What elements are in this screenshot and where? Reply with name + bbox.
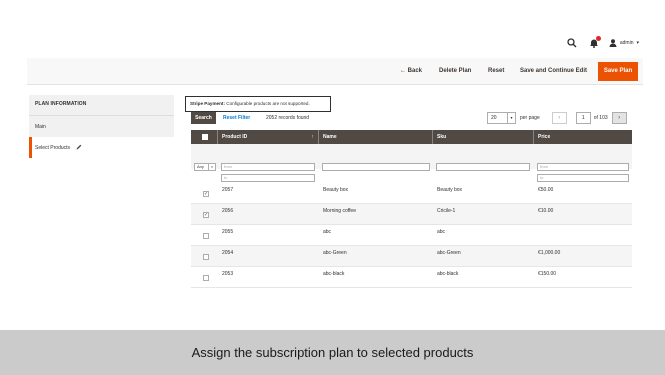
cell-name: abc-Green [323, 250, 347, 256]
table-row[interactable]: ✓ 2056 Morning coffee Cricile-1 €10.00 [191, 204, 632, 225]
delete-plan-button[interactable]: Delete Plan [439, 58, 471, 85]
cell-name: abc-black [323, 271, 345, 277]
chevron-down-icon: ▾ [636, 40, 639, 46]
chevron-down-icon: ▾ [507, 113, 515, 123]
sku-filter-input[interactable] [436, 163, 530, 171]
name-filter-input[interactable] [322, 163, 430, 171]
page-number-input[interactable]: 1 [575, 112, 591, 124]
per-page-value: 20 [491, 115, 497, 121]
col-price[interactable]: Price [534, 130, 632, 144]
page: { "header": { "user_name": "admin", "not… [0, 0, 665, 375]
notification-badge [595, 36, 601, 41]
cell-product-id: 2057 [222, 187, 234, 193]
cell-product-id: 2055 [222, 229, 234, 235]
admin-header: admin ▾ [0, 0, 665, 58]
table-row[interactable]: 2053 abc-black abc-black €150.00 [191, 267, 632, 288]
table-row[interactable]: 2055 abc abc [191, 225, 632, 246]
sort-arrow-icon: ↑ [311, 134, 315, 140]
prev-page-button[interactable]: ‹ [551, 112, 567, 124]
reset-filter-link[interactable]: Reset Filter [223, 112, 250, 124]
page-actions-bar: ← Back Delete Plan Reset Save and Contin… [27, 58, 643, 85]
cell-product-id: 2053 [222, 271, 234, 277]
col-product-id[interactable]: Product ID ↑ [218, 130, 319, 144]
id-from-input[interactable]: from [221, 163, 315, 171]
header-actions: admin ▾ [567, 36, 639, 48]
next-page-button[interactable]: › [611, 112, 627, 124]
products-grid: Product ID ↑ Name Sku Price Any ▾ from t… [191, 130, 632, 288]
search-icon[interactable] [567, 38, 577, 48]
col-sku[interactable]: Sku [433, 130, 534, 144]
caption-bar: Assign the subscription plan to selected… [0, 330, 665, 375]
sidebar-item-main[interactable]: Main [29, 115, 174, 135]
back-button[interactable]: ← Back [400, 58, 422, 85]
cell-sku: Beauty box [437, 187, 463, 193]
sidebar-item-label: Select Products [35, 145, 71, 151]
notifications-button[interactable] [589, 36, 601, 48]
select-all-header[interactable] [191, 130, 218, 144]
cell-name: Morning coffee [323, 208, 356, 214]
caption-text: Assign the subscription plan to selected… [191, 345, 474, 360]
cell-sku: abc-Green [437, 250, 461, 256]
notice-text: Configurable products are not supported. [224, 101, 310, 106]
cell-sku: abc [437, 229, 446, 235]
in-products-filter[interactable]: Any ▾ [194, 163, 216, 171]
filter-any-value: Any [197, 164, 204, 169]
sidebar-title: PLAN INFORMATION [35, 101, 87, 107]
price-from-input[interactable]: from [537, 163, 629, 171]
row-checkbox[interactable] [203, 275, 209, 281]
chevron-down-icon: ▾ [208, 164, 215, 170]
cell-price: €10.00 [538, 208, 554, 214]
cell-product-id: 2054 [222, 250, 234, 256]
filter-row: Any ▾ from to from to [191, 144, 632, 182]
user-name: admin [619, 40, 634, 46]
user-icon [609, 39, 617, 47]
sidebar-item-label: Main [35, 124, 46, 130]
search-button[interactable]: Search [191, 112, 216, 124]
cell-price: €1,000.00 [538, 250, 561, 256]
page-count: of 103 [593, 115, 608, 121]
row-checkbox[interactable]: ✓ [203, 212, 209, 218]
per-page-select[interactable]: 20 ▾ [487, 112, 516, 124]
save-and-continue-button[interactable]: Save and Continue Edit [520, 58, 587, 85]
table-row[interactable]: 2054 abc-Green abc-Green €1,000.00 [191, 246, 632, 267]
sidebar-item-select-products[interactable]: Select Products [29, 137, 174, 158]
table-header: Product ID ↑ Name Sku Price [191, 130, 632, 144]
row-checkbox[interactable] [203, 254, 209, 260]
cell-name: abc [323, 229, 332, 235]
table-row[interactable]: ✓ 2057 Beauty box Beauty box €50.00 [191, 183, 632, 204]
cell-price: €50.00 [538, 187, 554, 193]
select-all-checkbox[interactable] [202, 134, 208, 140]
save-plan-button[interactable]: Save Plan [598, 62, 638, 81]
cell-product-id: 2056 [222, 208, 234, 214]
per-page-label: per page [520, 115, 540, 121]
cell-price: €150.00 [538, 271, 557, 277]
row-checkbox[interactable] [203, 233, 209, 239]
records-count: 2052 records found [266, 115, 310, 121]
pager: 20 ▾ per page ‹ 1 of 103 › [487, 111, 627, 125]
row-checkbox[interactable]: ✓ [203, 191, 209, 197]
price-to-input[interactable]: to [537, 174, 629, 182]
col-name[interactable]: Name [319, 130, 433, 144]
stripe-notice: Stripe Payment: Configurable products ar… [185, 96, 331, 112]
cell-sku: Cricile-1 [437, 208, 456, 214]
id-to-input[interactable]: to [221, 174, 315, 182]
notice-title: Stripe Payment: [190, 101, 225, 106]
reset-button[interactable]: Reset [488, 58, 504, 85]
user-menu[interactable]: admin ▾ [609, 39, 639, 47]
pencil-icon [76, 144, 82, 150]
cell-sku: abc-black [437, 271, 459, 277]
cell-name: Beauty box [323, 187, 349, 193]
col-label: Product ID [222, 134, 248, 140]
